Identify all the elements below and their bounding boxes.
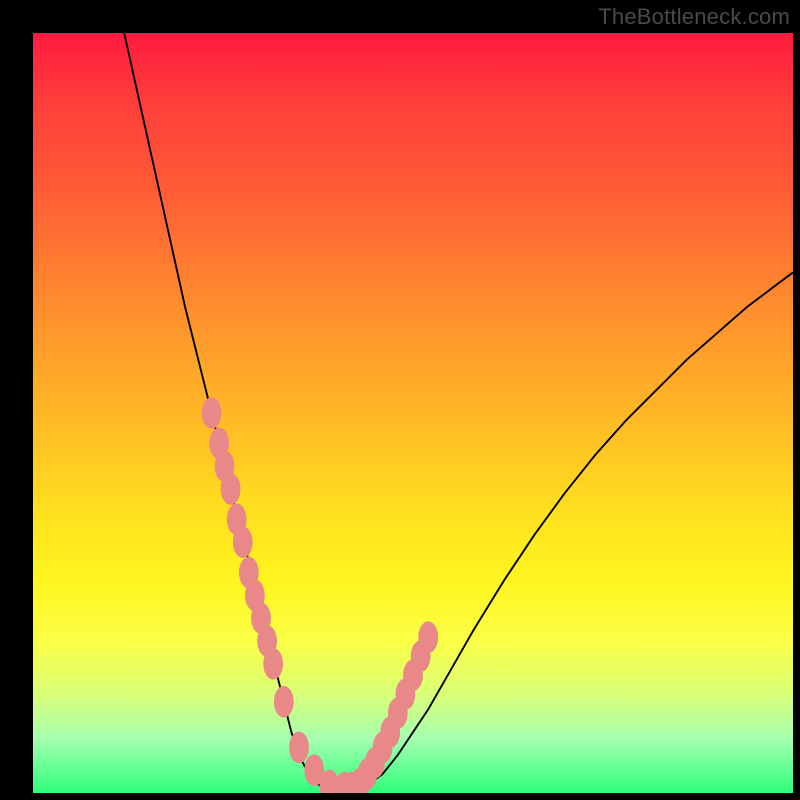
sample-dot — [289, 732, 309, 764]
chart-container: TheBottleneck.com — [0, 0, 800, 800]
curve-line — [124, 33, 793, 791]
sample-dot — [418, 621, 438, 653]
sample-dot — [202, 397, 222, 429]
watermark-text: TheBottleneck.com — [598, 4, 790, 30]
sample-dot — [274, 686, 294, 718]
sample-dot — [221, 473, 241, 505]
sample-dot — [263, 648, 283, 680]
plot-area — [33, 33, 793, 793]
bottleneck-curve — [33, 33, 793, 793]
sample-dot — [233, 526, 253, 558]
sample-dots — [202, 397, 438, 793]
